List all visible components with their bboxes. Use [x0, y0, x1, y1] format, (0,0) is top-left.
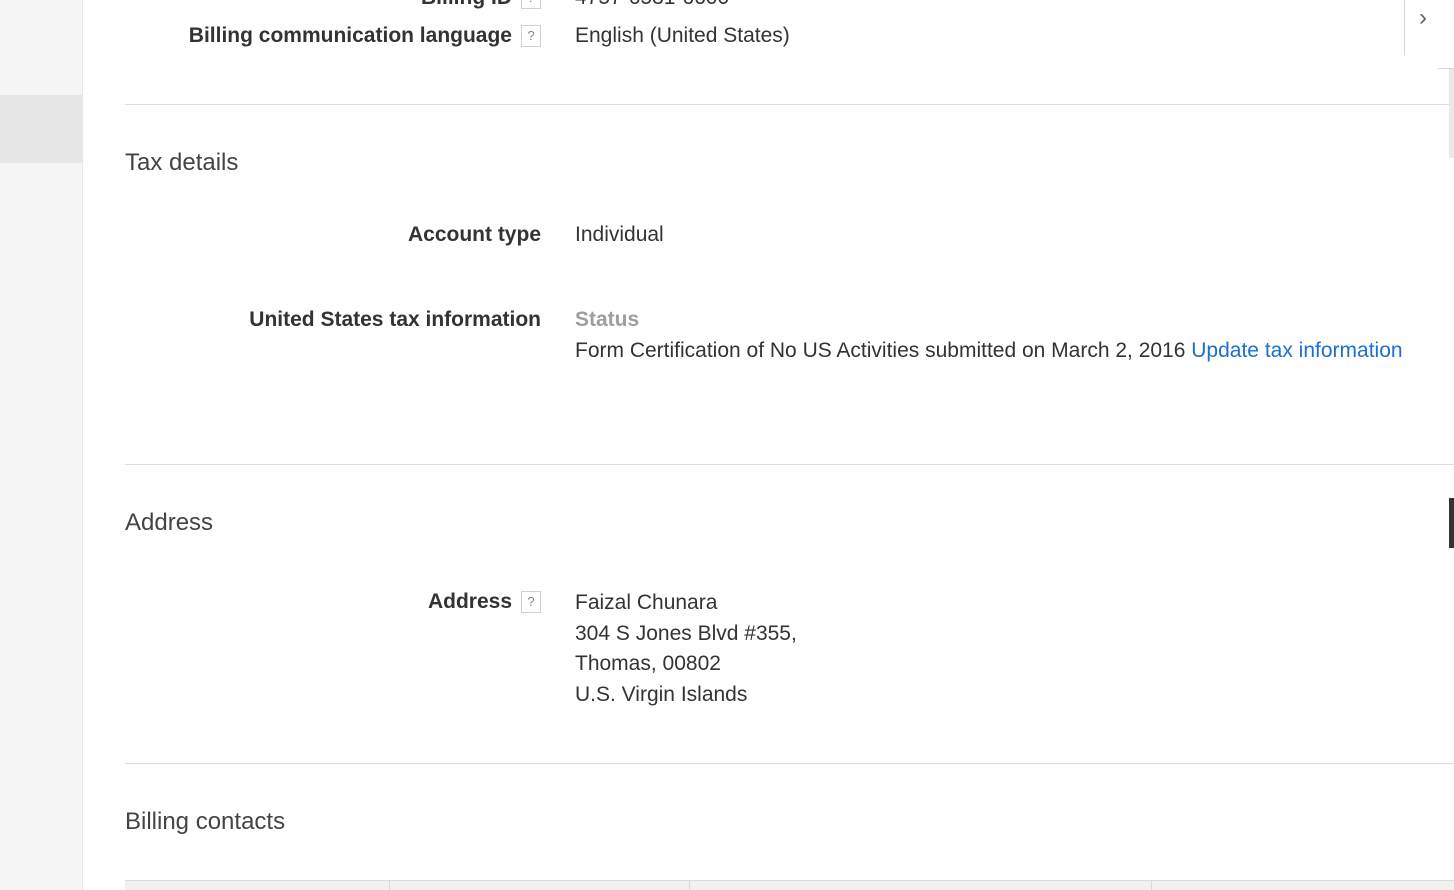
account-type-value: Individual: [575, 223, 664, 246]
tax-status-line: Form Certification of No US Activities s…: [575, 339, 1403, 363]
section-divider: [125, 104, 1454, 105]
address-row: Address ? Faizal Chunara 304 S Jones Blv…: [125, 590, 1454, 720]
billing-contacts-table-header: [125, 880, 1454, 890]
help-icon[interactable]: ?: [521, 591, 541, 613]
table-column-divider: [1151, 881, 1152, 890]
table-column-divider: [389, 881, 390, 890]
billing-id-label: Billing ID: [421, 0, 512, 10]
address-line: U.S. Virgin Islands: [575, 682, 748, 706]
us-tax-value: Status Form Certification of No US Activ…: [575, 308, 1403, 363]
help-icon[interactable]: ?: [521, 25, 541, 47]
us-tax-row: United States tax information Status For…: [125, 308, 1454, 378]
billing-id-label-wrap: Billing ID ?: [421, 0, 541, 10]
address-value: Faizal Chunara 304 S Jones Blvd #355, Th…: [575, 588, 797, 710]
sidebar-item-active[interactable]: [0, 95, 82, 163]
update-tax-information-link[interactable]: Update tax information: [1191, 339, 1402, 362]
chevron-right-icon[interactable]: ›: [1419, 4, 1427, 32]
side-panel-edge: [1449, 68, 1454, 158]
address-line: Faizal Chunara: [575, 591, 718, 614]
scrollbar-thumb[interactable]: [1449, 498, 1454, 548]
billing-language-label: Billing communication language: [188, 24, 512, 47]
account-type-label: Account type: [407, 223, 541, 246]
tax-status-label: Status: [575, 308, 640, 331]
main-content: Billing ID ? 4757-6531-6600 Billing comm…: [125, 0, 1454, 890]
billing-id-value: 4757-6531-6600: [575, 0, 729, 10]
help-icon[interactable]: ?: [521, 0, 541, 9]
billing-settings-page: Billing ID ? 4757-6531-6600 Billing comm…: [0, 0, 1454, 890]
account-type-row: Account type Individual: [125, 223, 1454, 253]
tax-status-text: Form Certification of No US Activities s…: [575, 339, 1186, 362]
billing-language-row: Billing communication language ? English…: [125, 24, 1454, 54]
billing-contacts-title: Billing contacts: [125, 808, 286, 835]
billing-language-label-wrap: Billing communication language ?: [189, 24, 541, 48]
address-line: 304 S Jones Blvd #355,: [575, 621, 797, 645]
billing-id-row: Billing ID ? 4757-6531-6600: [125, 0, 1454, 16]
section-divider: [125, 464, 1454, 465]
billing-language-value: English (United States): [575, 24, 790, 47]
address-line: Thomas, 00802: [575, 652, 721, 676]
tax-details-title: Tax details: [125, 149, 239, 176]
us-tax-label: United States tax information: [249, 308, 541, 331]
address-label-wrap: Address ?: [428, 590, 541, 614]
address-title: Address: [125, 509, 214, 536]
table-column-divider: [689, 881, 690, 890]
left-sidebar: [0, 0, 83, 890]
address-label: Address: [427, 590, 512, 613]
section-divider: [125, 763, 1454, 764]
